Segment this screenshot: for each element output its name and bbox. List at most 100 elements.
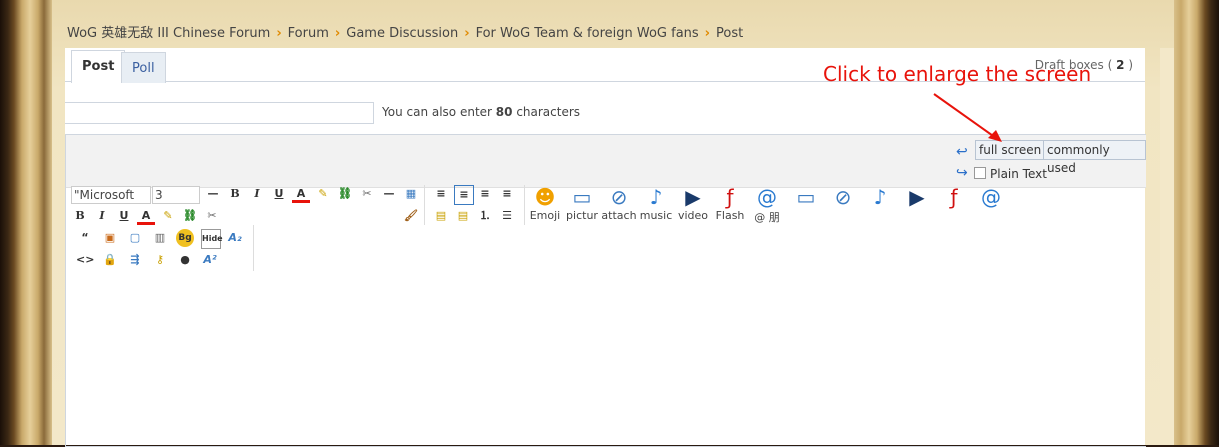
- mention-label: @ 朋: [754, 211, 780, 224]
- chevron-right-icon: ›: [276, 26, 282, 41]
- breadcrumb-forum[interactable]: Forum: [288, 26, 329, 41]
- picture-label: pictur: [566, 209, 598, 222]
- plain-text-toggle[interactable]: Plain Text: [974, 167, 1047, 181]
- bold-icon[interactable]: B: [226, 185, 244, 203]
- font-size-select[interactable]: 3: [152, 186, 200, 204]
- unordered-list-icon[interactable]: ☰: [498, 207, 516, 225]
- attach-button-2[interactable]: ⊘: [825, 185, 861, 225]
- flash-button[interactable]: ƒ Flash: [712, 185, 748, 225]
- font-color-small-icon[interactable]: A: [137, 207, 155, 225]
- chevron-right-icon: ›: [334, 26, 341, 41]
- annotation-arrow-icon: [933, 93, 1002, 142]
- code-block-icon[interactable]: ▣: [101, 229, 119, 247]
- italic-icon[interactable]: I: [248, 185, 266, 203]
- mention-button-2[interactable]: @: [973, 185, 1009, 225]
- mention-button[interactable]: @ @ 朋: [749, 185, 785, 225]
- flash-icon: ƒ: [950, 185, 958, 209]
- attach-icon: ⊘: [834, 185, 852, 209]
- emoji-button[interactable]: ☻ Emoji: [527, 185, 563, 225]
- ordered-list-icon[interactable]: ⒈: [476, 207, 494, 225]
- unlink-icon[interactable]: ✂: [358, 185, 376, 203]
- float-left-icon[interactable]: ▤: [432, 207, 450, 225]
- tab-post[interactable]: Post: [71, 50, 126, 83]
- video-button[interactable]: ▶ video: [675, 185, 711, 225]
- html-code-icon[interactable]: <>: [76, 251, 94, 269]
- toolbar-divider: [253, 225, 254, 271]
- link-icon[interactable]: ⛓: [336, 185, 354, 203]
- video-button-2[interactable]: ▶: [899, 185, 935, 225]
- toolbar-divider: [524, 185, 525, 225]
- key-icon[interactable]: ⚷: [151, 251, 169, 269]
- redo-icon[interactable]: ↪: [956, 165, 968, 181]
- chevron-right-icon: ›: [464, 26, 470, 41]
- frame-left: [0, 0, 52, 445]
- subject-input[interactable]: [65, 102, 374, 124]
- music-button[interactable]: ♪ music: [638, 185, 674, 225]
- font-color-icon[interactable]: A: [292, 185, 310, 203]
- font-family-select[interactable]: "Microsoft: [71, 186, 151, 204]
- index-icon[interactable]: ▥: [151, 229, 169, 247]
- tab-poll[interactable]: Poll: [121, 52, 166, 83]
- music-button-2[interactable]: ♪: [862, 185, 898, 225]
- table-icon[interactable]: ▦: [402, 185, 420, 203]
- picture-icon: ▭: [796, 185, 816, 209]
- picture-button-2[interactable]: ▭: [788, 185, 824, 225]
- char-counter-post: characters: [512, 105, 581, 119]
- align-right-icon[interactable]: ≡: [476, 185, 494, 203]
- emoji-label: Emoji: [529, 209, 561, 222]
- at-icon: @: [757, 185, 777, 209]
- horizontal-rule-icon[interactable]: —: [204, 185, 222, 203]
- video-icon: ▶: [685, 185, 701, 209]
- rich-text-editor[interactable]: ↩ full screen commonly used ↪ Plain Text…: [65, 134, 1146, 447]
- at-icon: @: [981, 185, 1001, 209]
- commonly-used-button[interactable]: commonly used: [1043, 140, 1146, 175]
- superscript-icon[interactable]: A²: [201, 251, 219, 269]
- align-justify-icon[interactable]: ≡: [498, 185, 516, 203]
- chevron-right-icon: ›: [704, 26, 711, 41]
- float-right-icon[interactable]: ▤: [454, 207, 472, 225]
- flash-icon: ƒ: [726, 185, 734, 209]
- page-break-icon[interactable]: ⇶: [126, 251, 144, 269]
- breadcrumb-home[interactable]: WoG 英雄无敌 III Chinese Forum: [67, 26, 270, 41]
- page-scrollbar[interactable]: [1160, 48, 1174, 445]
- plain-text-checkbox[interactable]: [974, 167, 986, 179]
- background-color-icon[interactable]: Bg: [176, 229, 194, 247]
- music-label: music: [639, 209, 673, 222]
- hide-icon[interactable]: Hide: [201, 229, 223, 249]
- emoji-icon: ☻: [534, 185, 556, 209]
- frame-right: [1174, 0, 1219, 445]
- italic-small-icon[interactable]: I: [93, 207, 111, 225]
- highlight-icon[interactable]: ✎: [314, 185, 332, 203]
- breadcrumb-wog-team[interactable]: For WoG Team & foreign WoG fans: [476, 26, 699, 41]
- draft-count: 2: [1116, 58, 1125, 72]
- annotation-text: Click to enlarge the screen: [823, 62, 1092, 86]
- video-icon: ▶: [909, 185, 925, 209]
- char-counter-count: 80: [495, 105, 513, 119]
- unlink-small-icon[interactable]: ✂: [203, 207, 221, 225]
- quote-icon[interactable]: “: [76, 229, 94, 247]
- attach-label: attach: [601, 209, 637, 222]
- highlight-small-icon[interactable]: ✎: [159, 207, 177, 225]
- music-icon: ♪: [873, 185, 887, 209]
- align-left-icon[interactable]: ≡: [432, 185, 450, 203]
- link-small-icon[interactable]: ⛓: [181, 207, 199, 225]
- separator-line-icon[interactable]: —: [380, 185, 398, 203]
- breadcrumb-post: Post: [716, 26, 744, 41]
- format-painter-icon[interactable]: 🖌: [402, 207, 420, 225]
- free-block-icon[interactable]: ▢: [126, 229, 144, 247]
- disc-icon[interactable]: ●: [176, 251, 194, 269]
- underline-icon[interactable]: U: [270, 185, 288, 203]
- plain-text-label: Plain Text: [990, 167, 1047, 181]
- subscript-icon[interactable]: A₂: [226, 229, 244, 247]
- underline-small-icon[interactable]: U: [115, 207, 133, 225]
- draft-close: ): [1128, 58, 1133, 72]
- password-lock-icon[interactable]: 🔒: [101, 251, 119, 269]
- attach-button[interactable]: ⊘ attach: [601, 185, 637, 225]
- bold-small-icon[interactable]: B: [71, 207, 89, 225]
- picture-button[interactable]: ▭ pictur: [564, 185, 600, 225]
- flash-button-2[interactable]: ƒ: [936, 185, 972, 225]
- attach-icon: ⊘: [610, 185, 628, 209]
- align-center-icon[interactable]: ≡: [454, 185, 474, 205]
- breadcrumb-game-discussion[interactable]: Game Discussion: [346, 26, 458, 41]
- char-counter-pre: You can also enter: [382, 105, 496, 119]
